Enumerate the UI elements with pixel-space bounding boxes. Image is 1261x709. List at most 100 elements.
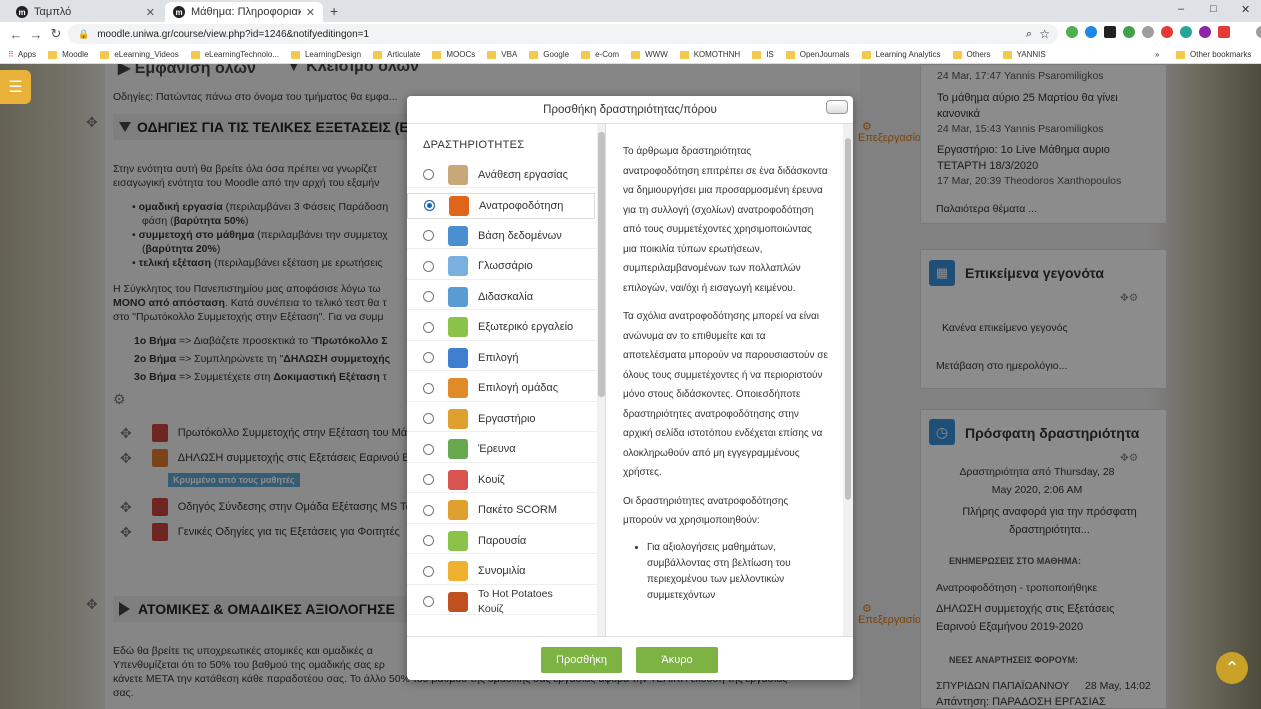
list-scrollbar[interactable] [597, 124, 605, 636]
activity-option[interactable]: Βάση δεδομένων [407, 223, 597, 249]
option-label: Εξωτερικό εργαλείο [478, 321, 574, 333]
scorm-package-icon [448, 500, 468, 520]
assignment-icon [448, 164, 468, 185]
tab-dashboard[interactable]: m Ταμπλό ✕ [8, 2, 163, 22]
option-radio[interactable] [423, 382, 434, 394]
activity-option[interactable]: Συνομιλία [407, 559, 597, 585]
bookmark-folder[interactable]: ΚΟΜΟΤΗΝΗ [679, 50, 740, 59]
quiz-check-icon [448, 469, 468, 490]
activity-option[interactable]: Έρευνα [407, 437, 597, 463]
activity-option[interactable]: Εξωτερικό εργαλείο [407, 315, 597, 341]
activity-option[interactable]: Εργαστήριο [407, 406, 597, 432]
bookmark-folder[interactable]: Google [529, 50, 569, 59]
bookmark-folder[interactable]: eLearningTechnolo... [190, 50, 279, 59]
extension-icon[interactable] [1161, 26, 1173, 38]
option-radio[interactable] [423, 260, 434, 272]
forward-arrow-icon[interactable]: → [26, 27, 46, 42]
option-radio[interactable] [423, 291, 434, 302]
bookmark-folder[interactable]: Others [952, 50, 991, 59]
folder-icon [529, 50, 539, 59]
reload-icon[interactable]: ↻ [46, 26, 66, 42]
dialog-header: Προσθήκη δραστηριότητας/πόρου [407, 96, 853, 124]
option-radio[interactable] [423, 321, 434, 333]
extension-icon[interactable] [1142, 26, 1154, 38]
scroll-to-top-icon[interactable]: ⌃ [1216, 652, 1248, 684]
moodle-favicon-icon: m [173, 6, 185, 18]
option-radio[interactable] [423, 352, 434, 363]
folder-icon [432, 50, 442, 59]
option-radio[interactable] [424, 200, 435, 211]
drawer-toggle-icon[interactable]: ☰ [0, 70, 31, 104]
option-radio[interactable] [423, 413, 434, 424]
extension-icon[interactable] [1199, 26, 1211, 38]
description-scrollbar[interactable] [843, 124, 853, 636]
activity-option[interactable]: Διδασκαλία [407, 284, 597, 310]
activity-option[interactable]: Ανάθεση εργασίας [407, 162, 597, 188]
activity-option[interactable]: Επιλογή [407, 345, 597, 371]
bookmark-folder[interactable]: WWW [631, 50, 668, 59]
bookmark-folder[interactable]: Articulate [373, 50, 420, 59]
extension-icon[interactable] [1180, 26, 1192, 38]
close-window-button[interactable]: ✕ [1241, 3, 1250, 16]
bookmark-folder[interactable]: Moodle [48, 50, 88, 59]
maximize-button[interactable]: □ [1210, 3, 1217, 15]
puzzle-icon [448, 317, 468, 337]
activity-option[interactable]: Επιλογή ομάδας [407, 376, 597, 402]
activity-option[interactable]: Το Hot Potatoes Κουίζ [407, 587, 597, 615]
spacer [1237, 26, 1249, 38]
extension-icon[interactable] [1123, 26, 1135, 38]
option-radio[interactable] [423, 596, 434, 607]
new-tab-button[interactable]: + [330, 3, 338, 19]
bookmark-folder[interactable]: OpenJournals [785, 50, 850, 59]
zoom-search-icon[interactable]: ⌕ [1026, 28, 1032, 41]
address-bar[interactable]: 🔒 moodle.uniwa.gr/course/view.php?id=124… [68, 24, 1058, 44]
option-radio[interactable] [423, 230, 434, 241]
minimize-button[interactable]: – [1178, 3, 1184, 15]
other-bookmarks[interactable]: Other bookmarks [1176, 50, 1251, 59]
feedback-megaphone-icon [449, 195, 469, 216]
extensions-bar: ⋮ [1066, 26, 1261, 39]
activity-option[interactable]: Κουίζ [407, 467, 597, 493]
scrollbar-thumb[interactable] [845, 138, 851, 500]
bookmark-folder[interactable]: eLearning_Videos [100, 50, 179, 59]
close-tab-icon[interactable]: ✕ [146, 6, 155, 19]
option-radio[interactable] [423, 504, 434, 516]
folder-icon [290, 50, 300, 59]
bookmark-folder[interactable]: VBA [487, 50, 517, 59]
scrollbar-thumb[interactable] [598, 132, 605, 397]
cancel-button[interactable]: Άκυρο [636, 647, 718, 673]
activity-option[interactable]: Ανατροφοδότηση [407, 192, 595, 219]
dialog-close-button[interactable] [826, 100, 848, 114]
option-radio[interactable] [423, 443, 434, 455]
option-radio[interactable] [423, 565, 434, 577]
activity-option[interactable]: Πακέτο SCORM [407, 498, 597, 524]
bookmark-folder[interactable]: LearningDesign [290, 50, 361, 59]
bookmark-folder[interactable]: YANNIS [1002, 50, 1046, 59]
extension-icon[interactable] [1104, 26, 1116, 38]
option-radio[interactable] [423, 474, 434, 485]
bookmark-star-icon[interactable]: ☆ [1039, 27, 1050, 41]
bookmark-folder[interactable]: IS [752, 50, 774, 59]
profile-avatar-icon[interactable] [1256, 26, 1261, 38]
option-label: Έρευνα [478, 443, 516, 455]
bookmark-apps[interactable]: ⠿ Apps [8, 50, 36, 59]
activity-option[interactable]: Γλωσσάριο [407, 254, 597, 280]
back-arrow-icon[interactable]: ← [6, 27, 26, 42]
bookmark-folder[interactable]: MOOCs [432, 50, 475, 59]
option-radio[interactable] [423, 535, 434, 546]
bookmark-folder[interactable]: Learning Analytics [861, 50, 941, 59]
glossary-icon [448, 256, 468, 276]
activity-option[interactable]: Παρουσία [407, 528, 597, 554]
add-activity-dialog: Προσθήκη δραστηριότητας/πόρου ΔΡΑΣΤΗΡΙΟΤ… [407, 96, 853, 680]
bookmark-folder[interactable]: e-Com [581, 50, 619, 59]
option-radio[interactable] [423, 169, 434, 180]
close-tab-icon[interactable]: ✕ [306, 6, 315, 19]
extension-icon[interactable] [1085, 26, 1097, 38]
dialog-footer: Προσθήκη Άκυρο [407, 636, 853, 680]
option-label: Το Hot Potatoes Κουίζ [478, 587, 553, 615]
add-button[interactable]: Προσθήκη [541, 647, 622, 673]
extension-icon[interactable] [1218, 26, 1230, 38]
extension-icon[interactable] [1066, 26, 1078, 38]
more-bookmarks-button[interactable]: » [1155, 50, 1159, 59]
tab-course[interactable]: m Μάθημα: Πληροφοριακά Συστή ✕ [165, 2, 323, 22]
